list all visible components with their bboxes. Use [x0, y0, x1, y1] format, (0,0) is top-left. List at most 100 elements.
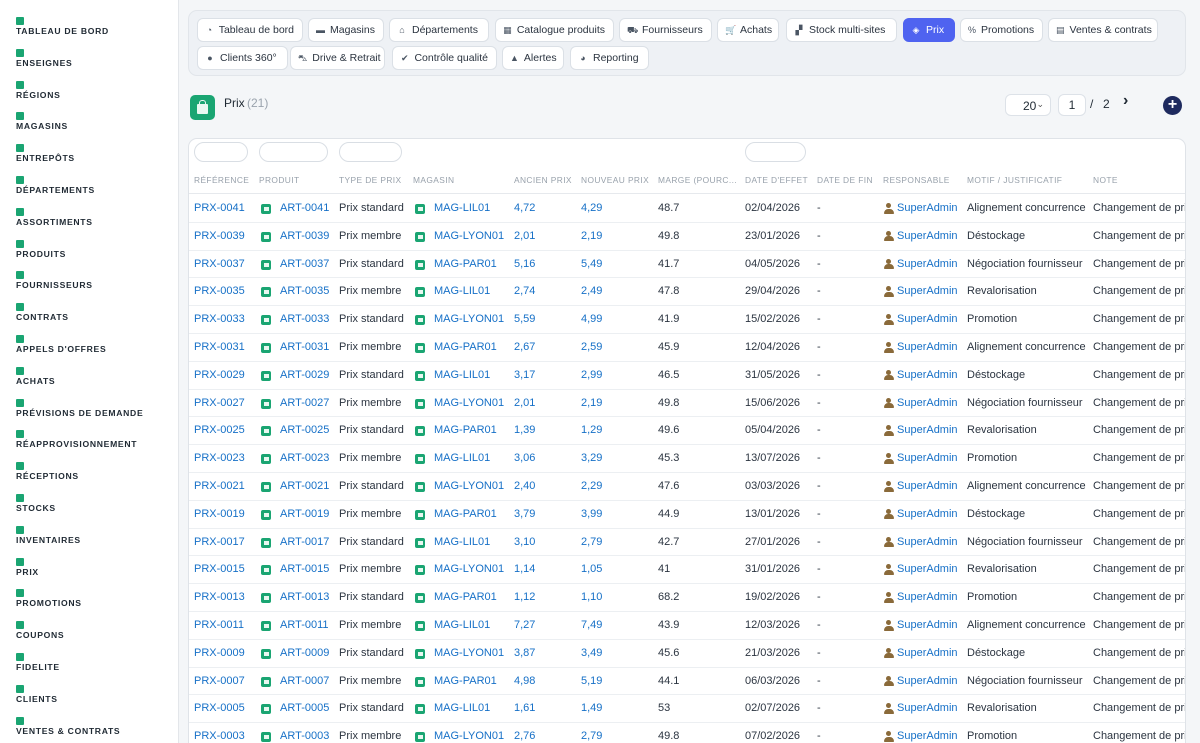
sidebar-item-4[interactable]: ENTREPÔTS — [16, 144, 176, 163]
cell-magasin[interactable]: MAG-PAR01 — [434, 424, 497, 436]
cell-magasin[interactable]: MAG-LIL01 — [434, 619, 490, 631]
cell-ancien[interactable]: 2,01 — [514, 230, 535, 242]
table-row[interactable]: PRX-0023 ART-0023 Prix membre MAG-LIL01 3,06… — [189, 445, 1185, 473]
cell-nouveau[interactable]: 3,29 — [581, 452, 602, 464]
cell-nouveau[interactable]: 2,29 — [581, 480, 602, 492]
add-record-button[interactable]: + — [1163, 96, 1182, 115]
filter-reference-input[interactable] — [194, 142, 248, 162]
cell-produit[interactable]: ART-0029 — [280, 369, 329, 381]
cell-magasin[interactable]: MAG-LIL01 — [434, 702, 490, 714]
cell-resp[interactable]: SuperAdmin — [897, 202, 958, 214]
table-row[interactable]: PRX-0029 ART-0029 Prix standard MAG-LIL01 3,… — [189, 362, 1185, 390]
cell-ref[interactable]: PRX-0005 — [194, 702, 245, 714]
table-row[interactable]: PRX-0041 ART-0041 Prix standard MAG-LIL01 4,… — [189, 195, 1185, 223]
table-row[interactable]: PRX-0019 ART-0019 Prix membre MAG-PAR01 3,79… — [189, 501, 1185, 529]
cell-resp[interactable]: SuperAdmin — [897, 508, 958, 520]
cell-magasin[interactable]: MAG-LIL01 — [434, 202, 490, 214]
cell-produit[interactable]: ART-0033 — [280, 313, 329, 325]
cell-resp[interactable]: SuperAdmin — [897, 536, 958, 548]
sidebar-item-6[interactable]: ASSORTIMENTS — [16, 207, 176, 227]
cell-produit[interactable]: ART-0017 — [280, 536, 329, 548]
cell-resp[interactable]: SuperAdmin — [897, 424, 958, 436]
column-header[interactable]: PRODUIT — [259, 175, 300, 185]
tab-10[interactable]: ● Clients 360° — [197, 46, 288, 70]
tab-7[interactable]: ◈ Prix — [903, 18, 955, 42]
cell-ref[interactable]: PRX-0029 — [194, 369, 245, 381]
cell-produit[interactable]: ART-0019 — [280, 508, 329, 520]
cell-produit[interactable]: ART-0025 — [280, 424, 329, 436]
filter-type-input[interactable] — [339, 142, 402, 162]
cell-ancien[interactable]: 4,98 — [514, 675, 535, 687]
cell-produit[interactable]: ART-0003 — [280, 730, 329, 742]
cell-ancien[interactable]: 3,06 — [514, 452, 535, 464]
cell-ref[interactable]: PRX-0031 — [194, 341, 245, 353]
cell-ref[interactable]: PRX-0019 — [194, 508, 245, 520]
cell-magasin[interactable]: MAG-LYON01 — [434, 730, 504, 742]
cell-ancien[interactable]: 3,17 — [514, 369, 535, 381]
cell-nouveau[interactable]: 1,29 — [581, 424, 602, 436]
column-header[interactable]: RESPONSABLE — [883, 175, 950, 185]
column-header[interactable]: RÉFÉRENCE — [194, 175, 249, 185]
cell-resp[interactable]: SuperAdmin — [897, 480, 958, 492]
cell-magasin[interactable]: MAG-PAR01 — [434, 591, 497, 603]
column-header[interactable]: TYPE DE PRIX — [339, 175, 402, 185]
cell-produit[interactable]: ART-0013 — [280, 591, 329, 603]
column-header[interactable]: MAGASIN — [413, 175, 454, 185]
tab-8[interactable]: % Promotions — [960, 18, 1043, 42]
cell-ref[interactable]: PRX-0027 — [194, 397, 245, 409]
cell-ancien[interactable]: 1,14 — [514, 563, 535, 575]
sidebar-item-22[interactable]: VENTES & CONTRATS — [16, 716, 176, 736]
sidebar-item-17[interactable]: PRIX — [16, 557, 176, 577]
sidebar-item-12[interactable]: PRÉVISIONS DE DEMANDE — [16, 398, 176, 418]
cell-ancien[interactable]: 7,27 — [514, 619, 535, 631]
cell-magasin[interactable]: MAG-LYON01 — [434, 313, 504, 325]
tab-6[interactable]: ▞ Stock multi-sites — [786, 18, 897, 42]
cell-ref[interactable]: PRX-0039 — [194, 230, 245, 242]
cell-ref[interactable]: PRX-0015 — [194, 563, 245, 575]
cell-magasin[interactable]: MAG-PAR01 — [434, 508, 497, 520]
sidebar-item-20[interactable]: FIDELITE — [16, 653, 176, 672]
cell-produit[interactable]: ART-0041 — [280, 202, 329, 214]
cell-ancien[interactable]: 5,16 — [514, 258, 535, 270]
cell-magasin[interactable]: MAG-PAR01 — [434, 258, 497, 270]
cell-nouveau[interactable]: 2,19 — [581, 397, 602, 409]
cell-magasin[interactable]: MAG-LIL01 — [434, 369, 490, 381]
cell-ancien[interactable]: 5,59 — [514, 313, 535, 325]
cell-produit[interactable]: ART-0031 — [280, 341, 329, 353]
tab-11[interactable]: ⛍ Drive & Retrait — [290, 46, 385, 70]
tab-4[interactable]: ⛟ Fournisseurs — [619, 18, 712, 42]
cell-nouveau[interactable]: 5,19 — [581, 675, 602, 687]
cell-nouveau[interactable]: 2,49 — [581, 285, 602, 297]
sidebar-item-9[interactable]: CONTRATS — [16, 303, 176, 322]
column-header[interactable]: DATE D'EFFET — [745, 175, 808, 185]
cell-produit[interactable]: ART-0035 — [280, 285, 329, 297]
cell-magasin[interactable]: MAG-LYON01 — [434, 480, 504, 492]
cell-resp[interactable]: SuperAdmin — [897, 647, 958, 659]
sidebar-item-13[interactable]: RÉAPPROVISIONNEMENT — [16, 430, 176, 449]
cell-nouveau[interactable]: 5,49 — [581, 258, 602, 270]
sidebar-item-10[interactable]: APPELS D'OFFRES — [16, 335, 176, 354]
column-header[interactable]: NOTE — [1093, 175, 1118, 185]
cell-resp[interactable]: SuperAdmin — [897, 313, 958, 325]
cell-nouveau[interactable]: 4,29 — [581, 202, 602, 214]
sidebar-item-21[interactable]: CLIENTS — [16, 684, 176, 704]
cell-produit[interactable]: ART-0011 — [280, 619, 329, 631]
cell-ancien[interactable]: 2,76 — [514, 730, 535, 742]
cell-ref[interactable]: PRX-0003 — [194, 730, 245, 742]
table-row[interactable]: PRX-0021 ART-0021 Prix standard MAG-LYON01 2… — [189, 473, 1185, 501]
cell-resp[interactable]: SuperAdmin — [897, 591, 958, 603]
cell-nouveau[interactable]: 2,19 — [581, 230, 602, 242]
cell-magasin[interactable]: MAG-LIL01 — [434, 285, 490, 297]
column-header[interactable]: MOTIF / JUSTIFICATIF — [967, 175, 1062, 185]
table-row[interactable]: PRX-0033 ART-0033 Prix standard MAG-LYON01 5… — [189, 306, 1185, 334]
cell-resp[interactable]: SuperAdmin — [897, 230, 958, 242]
cell-magasin[interactable]: MAG-LIL01 — [434, 452, 490, 464]
filter-date-effet-input[interactable] — [745, 142, 806, 162]
cell-produit[interactable]: ART-0039 — [280, 230, 329, 242]
cell-produit[interactable]: ART-0037 — [280, 258, 329, 270]
cell-ancien[interactable]: 2,40 — [514, 480, 535, 492]
cell-produit[interactable]: ART-0027 — [280, 397, 329, 409]
cell-resp[interactable]: SuperAdmin — [897, 369, 958, 381]
cell-ref[interactable]: PRX-0037 — [194, 258, 245, 270]
sidebar-item-1[interactable]: ENSEIGNES — [16, 48, 176, 68]
